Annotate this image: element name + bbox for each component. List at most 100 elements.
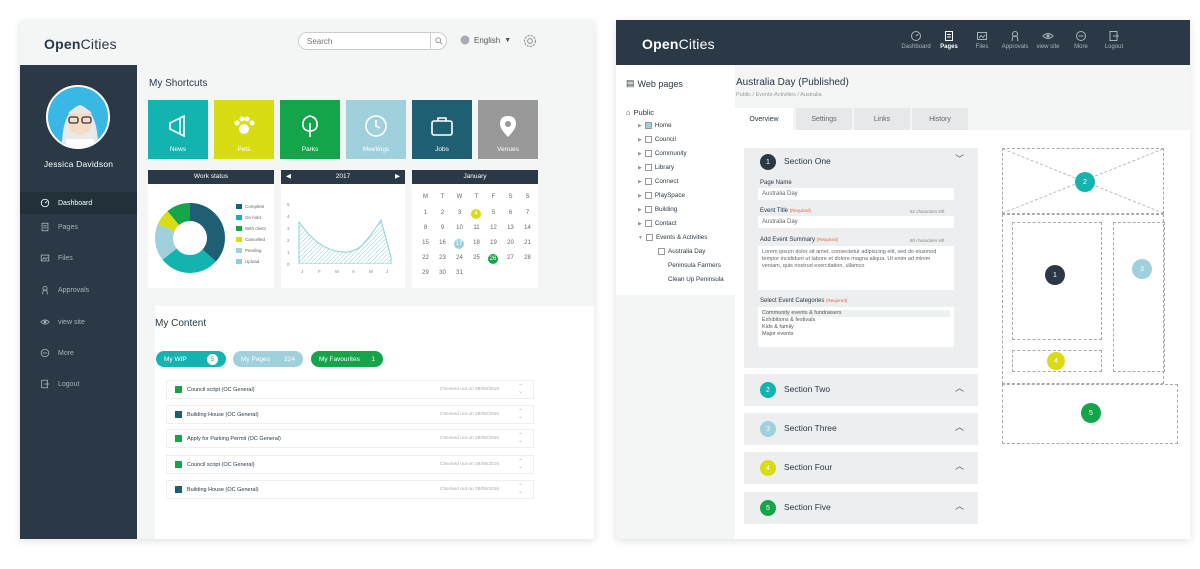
calendar-day[interactable]: 18 [468,240,485,246]
section-3[interactable]: 3 Section Three ︿ [744,413,978,445]
logo[interactable]: OpenCities [642,36,715,52]
sidebar-item-logout[interactable]: Logout [20,373,137,395]
shortcut-tile-pets[interactable]: Pets [214,100,274,159]
chevron-up-icon[interactable]: ︿ [955,499,964,512]
wireframe-block-4[interactable]: 4 [1012,350,1102,372]
shortcut-tile-venues[interactable]: Venues [478,100,538,159]
wireframe-block-5[interactable]: 5 [1002,384,1178,444]
category-option[interactable]: Exhibitions & festivals [762,317,950,324]
reorder-icon[interactable]: ⌃ ⌄ [518,384,523,395]
sidebar-item-dashboard[interactable]: Dashboard [20,192,137,214]
shortcut-tile-parks[interactable]: Parks [280,100,340,159]
reorder-icon[interactable]: ⌃ ⌄ [518,409,523,420]
calendar-day[interactable]: 26 [488,254,498,264]
logo[interactable]: OpenCities [44,36,117,52]
calendar-day[interactable]: 31 [451,270,468,276]
calendar-day[interactable]: 4 [471,209,481,219]
calendar-day[interactable]: 15 [417,240,434,246]
tree-item[interactable]: ▼ Events & Activities [638,234,707,241]
calendar-day[interactable]: 16 [434,240,451,246]
calendar-day[interactable]: 25 [468,255,485,261]
category-option[interactable]: Major events [762,331,950,338]
section-5[interactable]: 5 Section Five ︿ [744,492,978,524]
wireframe-block-1[interactable]: 1 [1012,222,1102,340]
chevron-left-icon[interactable]: ◀ [286,170,291,184]
tree-item[interactable]: ▶ Connect [638,178,678,185]
reorder-icon[interactable]: ⌃ ⌄ [518,433,523,444]
calendar-day[interactable]: 9 [434,225,451,231]
topnav-logout[interactable]: Logout [1094,30,1134,50]
tab-overview[interactable]: Overview [735,108,793,130]
tree-item[interactable]: ▶ Library [638,164,674,171]
shortcut-tile-meetings[interactable]: Meetings [346,100,406,159]
wireframe-block-3[interactable]: 3 [1113,222,1165,372]
calendar-day[interactable]: 14 [519,225,536,231]
content-row[interactable]: Building House (OC General) Checked out o… [166,405,534,424]
tree-item[interactable]: ▶ Home [638,122,672,129]
sidebar-item-view-site[interactable]: view site [20,311,137,333]
expand-icon[interactable]: ▶ [638,193,642,199]
expand-icon[interactable]: ▶ [638,151,642,157]
tab-history[interactable]: History [912,108,968,130]
calendar-day[interactable]: 10 [451,225,468,231]
sidebar-item-more[interactable]: More [20,342,137,364]
sidebar-item-pages[interactable]: Pages [20,216,137,238]
wireframe-block-2[interactable]: 2 [1002,148,1164,214]
tab-links[interactable]: Links [854,108,910,130]
filter-pill-my-wip[interactable]: My WIP 5 [156,351,226,367]
language-select[interactable]: English ▼ [460,35,511,45]
tree-item[interactable]: ▶ Community [638,150,687,157]
tree-child-item[interactable]: Clean Up Peninsula [668,276,724,283]
calendar-day[interactable]: 24 [451,255,468,261]
calendar-day[interactable]: 28 [519,255,536,261]
sidebar-item-files[interactable]: Files [20,247,137,269]
expand-icon[interactable]: ▶ [638,207,642,213]
tree-root[interactable]: ⌂ Public [626,108,654,117]
sidebar-item-approvals[interactable]: Approvals [20,279,137,301]
tree-child-item[interactable]: Australia Day [658,248,705,255]
calendar-day[interactable]: 5 [485,210,502,216]
search-input[interactable] [298,32,447,50]
event-title-input[interactable]: Australia Day [758,216,954,228]
page-name-input[interactable]: Australia Day [758,188,954,200]
calendar-day[interactable]: 13 [502,225,519,231]
chevron-right-icon[interactable]: ▶ [395,170,400,184]
calendar-day[interactable]: 6 [502,210,519,216]
calendar-day[interactable]: 17 [454,239,464,249]
chevron-down-icon[interactable]: ﹀ [955,152,964,165]
calendar-day[interactable]: 8 [417,225,434,231]
tree-child-item[interactable]: Peninsula Farmers [668,262,721,269]
calendar-day[interactable]: 11 [468,225,485,231]
chevron-up-icon[interactable]: ︿ [955,420,964,433]
section-4[interactable]: 4 Section Four ︿ [744,452,978,484]
search-icon[interactable] [430,33,446,49]
content-row[interactable]: Council script (OC General) Checked out o… [166,380,534,399]
summary-textarea[interactable]: Lorem ipsum dolor sit amet, consectetur … [758,246,954,290]
calendar-day[interactable]: 22 [417,255,434,261]
calendar-day[interactable]: 29 [417,270,434,276]
content-row[interactable]: Apply for Parking Permit (OC General) Che… [166,429,534,448]
chevron-up-icon[interactable]: ︿ [955,459,964,472]
filter-pill-my-favourites[interactable]: My Favourites 1 [311,351,383,367]
shortcut-tile-jobs[interactable]: Jobs [412,100,472,159]
tree-item[interactable]: ▶ PlaySpace [638,192,685,199]
calendar-day[interactable]: 7 [519,210,536,216]
calendar-day[interactable]: 21 [519,240,536,246]
expand-icon[interactable]: ▶ [638,179,642,185]
calendar-day[interactable]: 20 [502,240,519,246]
reorder-icon[interactable]: ⌃ ⌄ [518,484,523,495]
expand-icon[interactable]: ▶ [638,137,642,143]
chevron-up-icon[interactable]: ︿ [955,381,964,394]
tree-item[interactable]: ▶ Council [638,136,676,143]
filter-pill-my-pages[interactable]: My Pages 224 [233,351,303,367]
calendar-day[interactable]: 27 [502,255,519,261]
tree-item[interactable]: ▶ Building [638,206,677,213]
expand-icon[interactable]: ▶ [638,123,642,129]
content-row[interactable]: Building House (OC General) Checked out o… [166,480,534,499]
calendar-day[interactable]: 30 [434,270,451,276]
calendar-day[interactable]: 1 [417,210,434,216]
expand-icon[interactable]: ▶ [638,165,642,171]
calendar-day[interactable]: 19 [485,240,502,246]
avatar[interactable] [46,85,110,149]
category-option[interactable]: Community events & fundraisers [762,310,950,317]
